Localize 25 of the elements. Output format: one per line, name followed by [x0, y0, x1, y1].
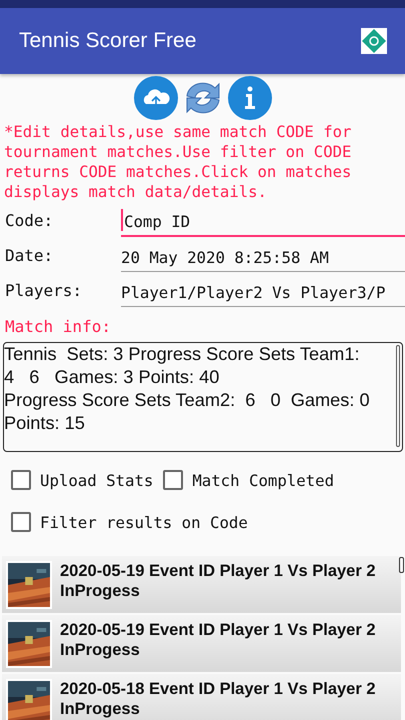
checkbox[interactable]: Match Completed — [163, 470, 334, 490]
match-title: 2020-05-19 Event ID Player 1 Vs Player 2 InProgess — [60, 620, 377, 660]
cloud-upload-icon[interactable] — [134, 76, 178, 120]
match-list-item[interactable]: 2020-05-19 Event ID Player 1 Vs Player 2 InProgess — [2, 556, 401, 613]
input-field[interactable]: 20 May 2020 8:25:58 AM — [121, 248, 405, 272]
match-list-item[interactable]: 2020-05-18 Event ID Player 1 Vs Player 2 InProgess — [2, 674, 401, 720]
match-list-item[interactable]: 2020-05-19 Event ID Player 1 Vs Player 2 InProgess — [2, 615, 401, 672]
scrollbar[interactable] — [399, 557, 404, 573]
section-label: Match info: — [5, 317, 112, 336]
checkbox-square[interactable] — [11, 470, 31, 490]
field-label: Code: — [4, 211, 54, 232]
input-field[interactable]: Player1/Player2 Vs Player3/P — [121, 283, 405, 307]
instructions-text: *Edit details,use same match CODE for tournament matches.Use filter on CODE returns CODE matches.Click on matches displays match data/details. — [4, 122, 352, 202]
input-field[interactable]: Comp ID — [121, 209, 405, 237]
app-title: Tennis Scorer Free — [19, 29, 196, 53]
checkbox-square[interactable] — [163, 470, 184, 490]
info-icon[interactable] — [228, 76, 272, 120]
match-info-box: Tennis Sets: 3 Progress Score Sets Team1: 4 6 Games: 3 Points: 40 Progress Score Sets Team2: 6 0 Games: 0 Points: 15 — [3, 342, 403, 452]
checkbox-square[interactable] — [11, 512, 31, 532]
checkbox[interactable]: Filter results on Code — [11, 512, 248, 532]
checkbox[interactable]: Upload Stats — [11, 470, 154, 490]
match-title: 2020-05-19 Event ID Player 1 Vs Player 2 InProgess — [60, 561, 377, 601]
field-label: Date: — [4, 246, 54, 267]
field-label: Players: — [4, 281, 84, 302]
match-title: 2020-05-18 Event ID Player 1 Vs Player 2 InProgess — [60, 679, 377, 719]
